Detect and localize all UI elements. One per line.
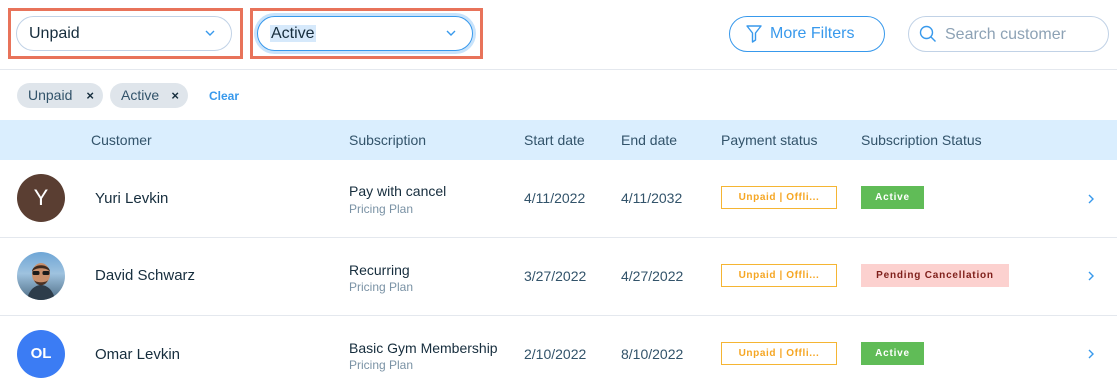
subscription-name: Pay with cancel <box>349 183 447 199</box>
chip-remove-icon[interactable]: × <box>171 83 179 108</box>
customer-name: David Schwarz <box>95 267 196 284</box>
chevron-down-icon <box>446 30 456 36</box>
person-photo-icon <box>27 263 55 300</box>
subscription-name: Recurring <box>349 262 410 278</box>
chevron-right-icon[interactable] <box>1086 348 1096 360</box>
filter-chip-active: Active × <box>110 83 188 108</box>
start-date: 4/11/2022 <box>524 190 586 206</box>
customer-name: Omar Levkin <box>95 346 181 363</box>
search-input[interactable] <box>945 24 1100 46</box>
avatar: OL <box>17 330 65 378</box>
more-filters-label: More Filters <box>770 25 855 42</box>
start-date: 2/10/2022 <box>524 346 587 362</box>
avatar <box>17 252 65 300</box>
payment-status-badge: Unpaid | Offli... <box>721 186 837 209</box>
end-date: 8/10/2022 <box>621 346 684 362</box>
end-date: 4/11/2032 <box>621 190 683 206</box>
clear-filters-link[interactable]: Clear <box>209 89 239 103</box>
chevron-right-icon[interactable] <box>1086 270 1096 282</box>
chevron-down-icon <box>205 30 215 36</box>
plan-type: Pricing Plan <box>349 280 414 294</box>
table-row[interactable]: David Schwarz Recurring Pricing Plan 3/2… <box>0 238 1117 316</box>
filter-chip-label: Unpaid <box>28 87 73 103</box>
search-box[interactable] <box>908 16 1109 52</box>
payment-status-badge: Unpaid | Offli... <box>721 342 837 365</box>
avatar: Y <box>17 174 65 222</box>
search-icon <box>919 25 936 42</box>
column-header-subscription[interactable]: Subscription <box>349 132 426 148</box>
column-header-start-date[interactable]: Start date <box>524 132 585 148</box>
chip-remove-icon[interactable]: × <box>86 83 94 108</box>
customer-name: Yuri Levkin <box>95 190 169 207</box>
chevron-right-icon[interactable] <box>1086 193 1096 205</box>
end-date: 4/27/2022 <box>621 268 684 284</box>
more-filters-button[interactable]: More Filters <box>729 16 885 52</box>
table-row[interactable]: OL Omar Levkin Basic Gym Membership Pric… <box>0 316 1117 392</box>
subscription-status-badge: Active <box>861 186 924 209</box>
filter-chip-label: Active <box>121 87 160 103</box>
subscription-status-badge: Active <box>861 342 924 365</box>
start-date: 3/27/2022 <box>524 268 587 284</box>
payment-status-badge: Unpaid | Offli... <box>721 264 837 287</box>
filter-icon <box>746 25 762 43</box>
table-row[interactable]: Y Yuri Levkin Pay with cancel Pricing Pl… <box>0 160 1117 238</box>
subscription-status-dropdown[interactable]: Active <box>257 16 473 51</box>
plan-type: Pricing Plan <box>349 202 414 216</box>
plan-type: Pricing Plan <box>349 358 414 372</box>
column-header-end-date[interactable]: End date <box>621 132 677 148</box>
subscription-status-badge: Pending Cancellation <box>861 264 1009 287</box>
active-filter-chips: Unpaid × Active × Clear <box>0 70 1117 120</box>
column-header-payment-status[interactable]: Payment status <box>721 132 818 148</box>
payment-status-dropdown-value: Unpaid <box>29 25 80 42</box>
column-header-customer[interactable]: Customer <box>91 132 152 148</box>
payment-status-dropdown[interactable]: Unpaid <box>16 16 232 51</box>
filter-toolbar: Unpaid Active More Filters <box>0 0 1117 70</box>
column-header-subscription-status[interactable]: Subscription Status <box>861 132 982 148</box>
subscription-status-dropdown-value: Active <box>270 25 316 42</box>
table-header: Customer Subscription Start date End dat… <box>0 120 1117 160</box>
filter-chip-unpaid: Unpaid × <box>17 83 103 108</box>
subscription-name: Basic Gym Membership <box>349 340 498 356</box>
